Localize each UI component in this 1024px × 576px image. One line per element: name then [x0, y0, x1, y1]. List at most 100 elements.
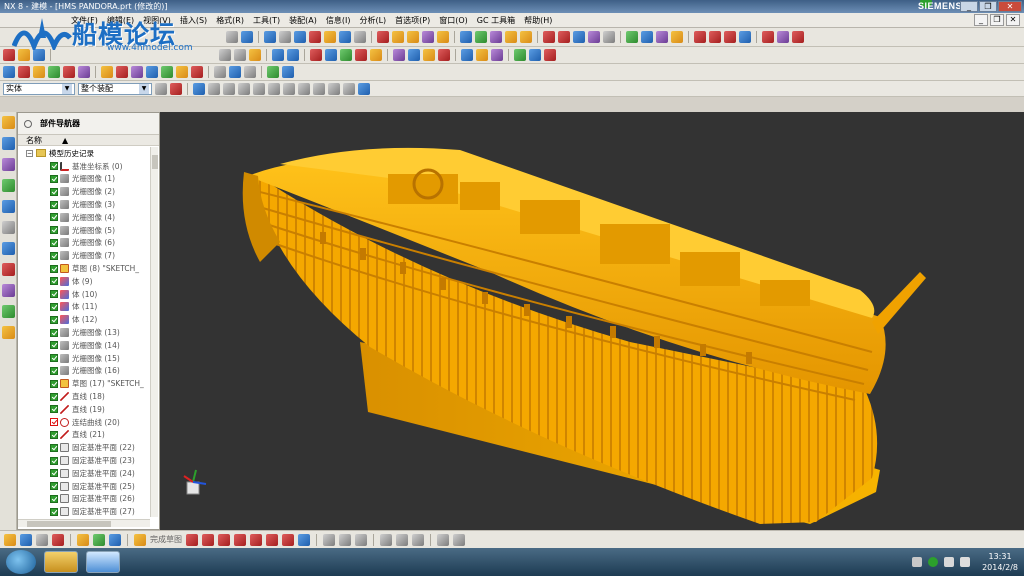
tree-node[interactable]: 直线 (21): [18, 429, 151, 442]
edit-feature-icon[interactable]: [461, 49, 473, 61]
tree-node[interactable]: 光栅图像 (7): [18, 249, 151, 262]
menu-tools[interactable]: 工具(T): [253, 15, 280, 26]
sketch-constraint-icon[interactable]: [762, 31, 774, 43]
collapse-icon[interactable]: −: [26, 149, 33, 157]
through-curves-icon[interactable]: [641, 31, 653, 43]
unite-icon[interactable]: [340, 49, 352, 61]
view-orient-icon[interactable]: [20, 533, 32, 546]
tree-node[interactable]: 光栅图像 (5): [18, 224, 151, 237]
spline-icon[interactable]: [573, 31, 585, 43]
process-studio-icon[interactable]: [2, 263, 15, 276]
redo-icon[interactable]: [287, 49, 299, 61]
quick-trim-icon[interactable]: [323, 533, 335, 546]
mirror-icon[interactable]: [792, 31, 804, 43]
shaded-icon[interactable]: [264, 31, 276, 43]
security-icon[interactable]: [928, 557, 939, 567]
tree-node[interactable]: 光栅图像 (16): [18, 365, 151, 378]
tree-node[interactable]: 直线 (19): [18, 403, 151, 416]
tree-node[interactable]: 体 (12): [18, 313, 151, 326]
chamfer-icon[interactable]: [520, 31, 532, 43]
visibility-checkbox[interactable]: [50, 482, 58, 491]
scroll-thumb[interactable]: [27, 521, 111, 527]
intersection-snap-icon[interactable]: [283, 82, 295, 95]
tree-root-model-history[interactable]: − 模型历史记录: [18, 147, 151, 160]
tree-node[interactable]: 体 (9): [18, 275, 151, 288]
flag-icon[interactable]: [912, 557, 923, 567]
visibility-checkbox[interactable]: [50, 392, 58, 401]
blend-icon[interactable]: [505, 31, 517, 43]
constraint-navigator-icon[interactable]: [2, 137, 15, 150]
sketch-line-icon[interactable]: [202, 533, 214, 546]
manufacturing-wizard-icon[interactable]: [2, 326, 15, 339]
selection-scope-select[interactable]: 整个装配 ▼: [78, 82, 152, 95]
sew-icon[interactable]: [656, 31, 668, 43]
hole-icon[interactable]: [437, 31, 449, 43]
tree-node[interactable]: 光栅图像 (1): [18, 173, 151, 186]
snap-point-icon[interactable]: [4, 533, 16, 546]
deselect-icon[interactable]: [208, 82, 220, 95]
replace-face-icon[interactable]: [48, 66, 60, 78]
filter-icon[interactable]: [155, 82, 167, 95]
sketch-arc-icon[interactable]: [218, 533, 230, 546]
show-hide-icon[interactable]: [229, 66, 241, 78]
constraint-icon[interactable]: [109, 533, 121, 546]
visibility-checkbox[interactable]: [50, 443, 58, 452]
visibility-checkbox[interactable]: [50, 226, 58, 235]
visibility-checkbox[interactable]: [50, 213, 58, 222]
visibility-checkbox[interactable]: [50, 328, 58, 337]
edge-blend-icon[interactable]: [438, 49, 450, 61]
convert-reference-icon[interactable]: [412, 533, 424, 546]
intersect-icon[interactable]: [370, 49, 382, 61]
cut-icon[interactable]: [219, 49, 231, 61]
point-tool-icon[interactable]: [739, 31, 751, 43]
menu-window[interactable]: 窗口(O): [439, 15, 468, 26]
ship-model-render[interactable]: [160, 112, 1024, 530]
visibility-checkbox[interactable]: [50, 238, 58, 247]
tree-node[interactable]: 光栅图像 (6): [18, 237, 151, 250]
view-icon[interactable]: [241, 31, 253, 43]
line-tool-icon[interactable]: [694, 31, 706, 43]
pan-icon[interactable]: [339, 31, 351, 43]
web-browser-icon[interactable]: [2, 200, 15, 213]
tree-node[interactable]: 基准坐标系 (0): [18, 160, 151, 173]
taskbar-nx-icon[interactable]: [86, 551, 120, 573]
undo-icon[interactable]: [272, 49, 284, 61]
visibility-checkbox[interactable]: [50, 277, 58, 286]
start-button[interactable]: [6, 550, 36, 574]
assembly-icon[interactable]: [77, 533, 89, 546]
quadrant-snap-icon[interactable]: [268, 82, 280, 95]
tree-node[interactable]: 草图 (17) "SKETCH_: [18, 377, 151, 390]
make-parallel-icon[interactable]: [161, 66, 173, 78]
network-icon[interactable]: [944, 557, 955, 567]
tree-node[interactable]: 体 (11): [18, 301, 151, 314]
tree-node[interactable]: 固定基准平面 (23): [18, 454, 151, 467]
warning-checkbox[interactable]: [50, 418, 58, 427]
visibility-checkbox[interactable]: [50, 174, 58, 183]
doc-close-button[interactable]: ✕: [1006, 14, 1020, 26]
visibility-checkbox[interactable]: [50, 366, 58, 375]
replay-icon[interactable]: [491, 49, 503, 61]
view-triad-icon[interactable]: [182, 468, 208, 498]
system-scenes-icon[interactable]: [2, 305, 15, 318]
polygon-icon[interactable]: [282, 533, 294, 546]
tree-node[interactable]: 固定基准平面 (22): [18, 441, 151, 454]
linear-dimension-icon[interactable]: [191, 66, 203, 78]
visibility-checkbox[interactable]: [50, 251, 58, 260]
reuse-library-icon[interactable]: [2, 179, 15, 192]
surface-icon[interactable]: [626, 31, 638, 43]
sketch-point-icon[interactable]: [298, 533, 310, 546]
visibility-checkbox[interactable]: [50, 341, 58, 350]
make-coaxial-icon[interactable]: [116, 66, 128, 78]
rotate-icon[interactable]: [324, 31, 336, 43]
endpoint-snap-icon[interactable]: [223, 82, 235, 95]
show-constraints-icon[interactable]: [396, 533, 408, 546]
sweep-icon[interactable]: [490, 31, 502, 43]
sketch-settings-icon[interactable]: [437, 533, 449, 546]
select-all-icon[interactable]: [193, 82, 205, 95]
component-icon[interactable]: [93, 533, 105, 546]
info-icon[interactable]: [282, 66, 294, 78]
zoom-icon[interactable]: [309, 31, 321, 43]
section-icon[interactable]: [529, 49, 541, 61]
visibility-checkbox[interactable]: [50, 315, 58, 324]
arc-tool-icon[interactable]: [709, 31, 721, 43]
